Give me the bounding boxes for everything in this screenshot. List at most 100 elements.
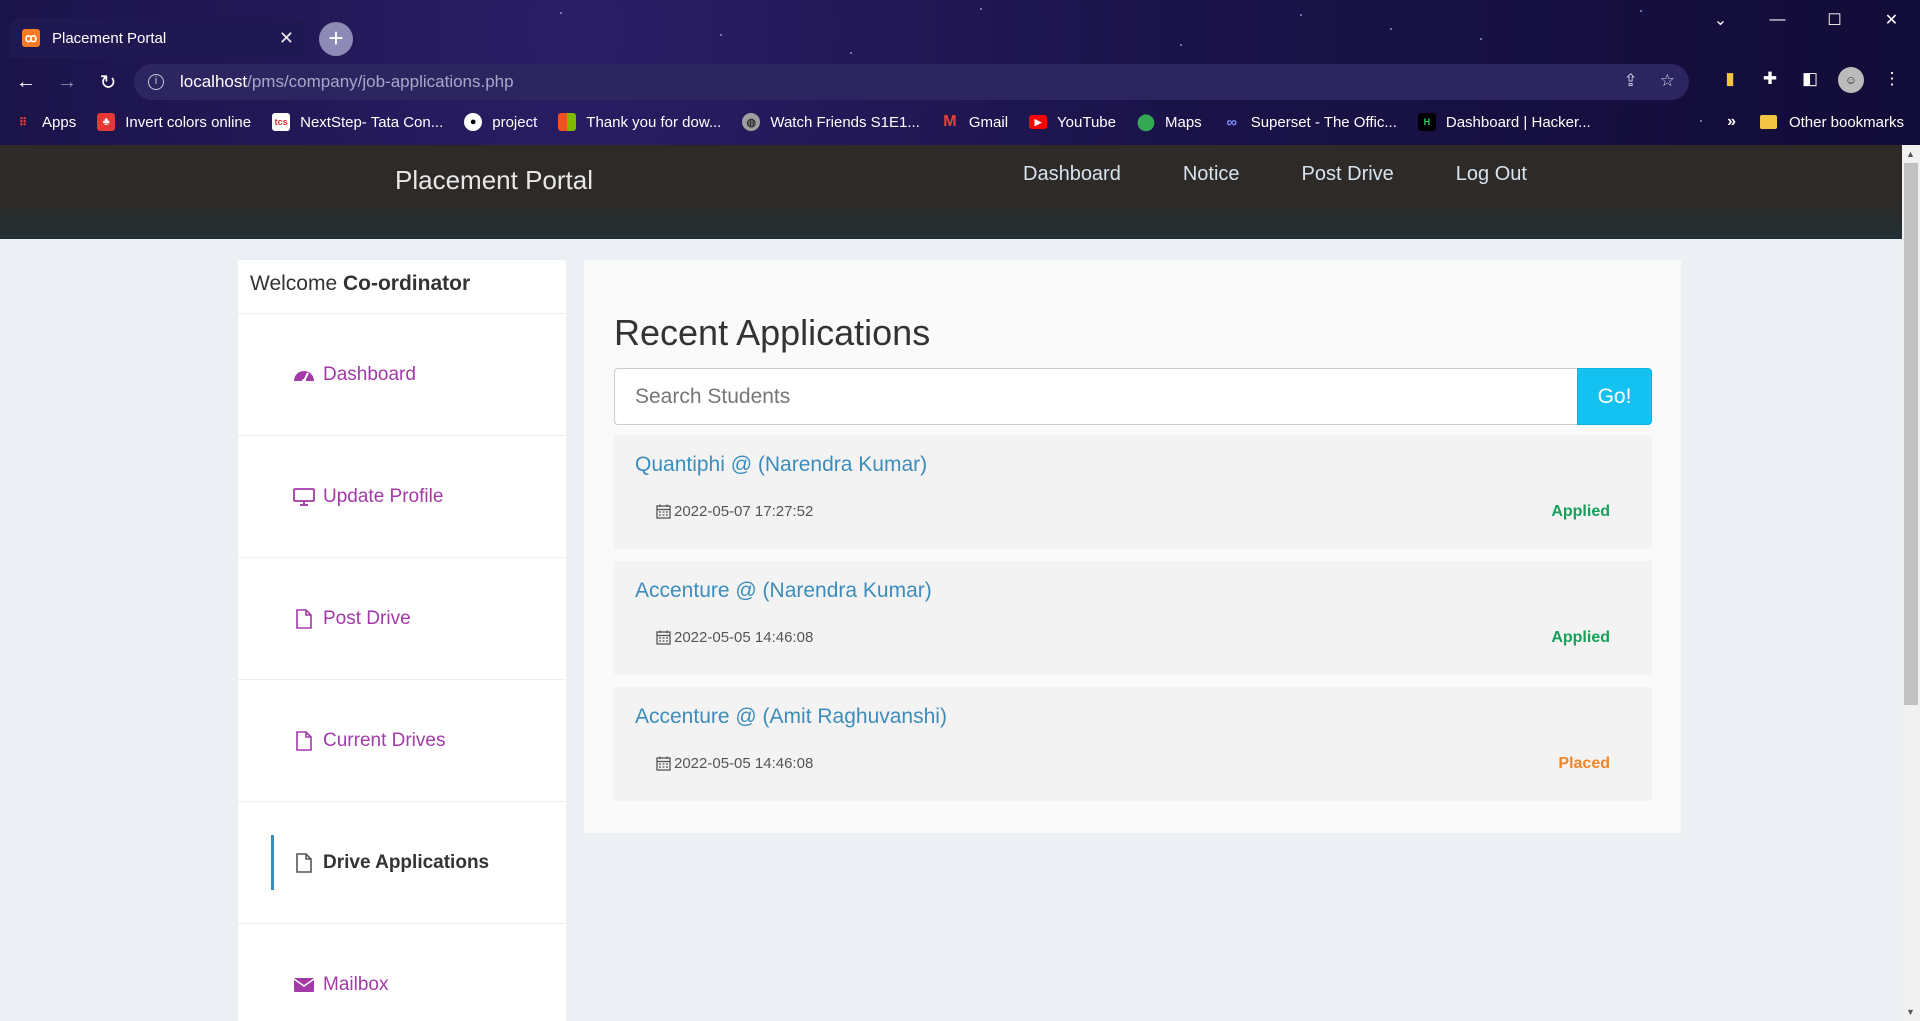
sidebar: Welcome Co-ordinator Dashboard Update Pr… (238, 260, 566, 1021)
search-go-button[interactable]: Go! (1577, 368, 1652, 425)
application-date: 2022-05-05 14:46:08 (656, 629, 813, 646)
site-info-icon[interactable]: i (148, 74, 164, 90)
sidebar-item-label: Drive Applications (323, 851, 490, 873)
close-window-button[interactable]: ✕ (1863, 0, 1920, 40)
nav-log-out[interactable]: Log Out (1456, 163, 1527, 186)
other-bookmarks[interactable]: Other bookmarks (1759, 114, 1904, 131)
file-icon (293, 608, 315, 629)
more-bookmarks-button[interactable]: » (1727, 113, 1736, 131)
application-date-text: 2022-05-07 17:27:52 (674, 503, 814, 520)
gmail-icon: M (943, 113, 957, 130)
sidebar-item-update-profile[interactable]: Update Profile (238, 436, 566, 558)
sidebar-item-label: Post Drive (323, 607, 411, 629)
application-item: Quantiphi @ (Narendra Kumar) 2022-05-07 … (614, 435, 1652, 549)
extensions-area: ▮ ✚ ◧ ☺ ⋮ (1718, 67, 1904, 93)
folder-icon (1759, 115, 1777, 129)
new-tab-button[interactable]: + (319, 22, 353, 56)
sidebar-item-drive-applications[interactable]: Drive Applications (238, 802, 566, 924)
tab-search-icon[interactable]: ⌄ (1692, 0, 1749, 40)
url-path: /pms/company/job-applications.php (247, 72, 514, 91)
dashboard-gauge-icon (293, 367, 315, 383)
windows-icon (558, 113, 577, 131)
bookmark-label: Apps (42, 113, 77, 131)
address-bar[interactable]: i localhost /pms/company/job-application… (134, 64, 1689, 100)
bookmark-invert-colors[interactable]: ♣ Invert colors online (97, 113, 251, 131)
welcome-header: Welcome Co-ordinator (238, 260, 566, 314)
profile-avatar-icon[interactable]: ☺ (1838, 67, 1864, 93)
sidebar-panel-icon[interactable]: ◧ (1798, 67, 1822, 91)
bookmark-apps[interactable]: ⠿ Apps (14, 113, 76, 131)
nav-dashboard[interactable]: Dashboard (1023, 163, 1121, 186)
maximize-button[interactable]: ☐ (1806, 0, 1863, 40)
bookmark-gmail[interactable]: M Gmail (941, 113, 1008, 131)
search-input[interactable] (614, 368, 1577, 425)
scrollbar-thumb[interactable] (1904, 163, 1918, 705)
bookmark-friends[interactable]: ◍ Watch Friends S1E1... (742, 113, 920, 131)
bookmark-label: Watch Friends S1E1... (770, 113, 920, 131)
superset-icon: ∞ (1226, 113, 1238, 131)
sidebar-item-post-drive[interactable]: Post Drive (238, 558, 566, 680)
search-bar: Go! (614, 368, 1652, 425)
xampp-favicon-icon: ꝏ (22, 29, 40, 47)
top-navbar: Placement Portal Dashboard Notice Post D… (0, 145, 1902, 239)
sidebar-item-dashboard[interactable]: Dashboard (238, 314, 566, 436)
page-scrollbar[interactable]: ▲ ▼ (1902, 145, 1920, 1021)
nav-post-drive[interactable]: Post Drive (1302, 163, 1394, 186)
bookmark-nextstep[interactable]: tcs NextStep- Tata Con... (272, 113, 443, 131)
sidebar-item-current-drives[interactable]: Current Drives (238, 680, 566, 802)
minimize-button[interactable]: — (1749, 0, 1806, 40)
bookmark-label: Thank you for dow... (586, 113, 722, 131)
scroll-down-arrow-icon[interactable]: ▼ (1906, 1007, 1915, 1017)
share-icon[interactable]: ⇪ (1624, 71, 1638, 91)
bookmark-thank-you[interactable]: Thank you for dow... (558, 113, 721, 131)
bookmark-superset[interactable]: ∞ Superset - The Offic... (1223, 113, 1397, 131)
sidebar-item-mailbox[interactable]: Mailbox (238, 924, 566, 1021)
sidebar-item-label: Update Profile (323, 485, 444, 507)
file-icon (293, 730, 315, 751)
scroll-up-arrow-icon[interactable]: ▲ (1906, 149, 1915, 159)
bookmark-star-icon[interactable]: ☆ (1660, 71, 1675, 91)
bookmark-label: Maps (1165, 113, 1202, 131)
bookmark-label: Dashboard | Hacker... (1445, 113, 1591, 131)
extension-note-icon[interactable]: ▮ (1718, 67, 1742, 91)
tree-icon: ♣ (97, 113, 116, 131)
main-nav: Dashboard Notice Post Drive Log Out (1023, 163, 1589, 186)
envelope-icon (293, 978, 315, 992)
bookmark-hackerrank[interactable]: H Dashboard | Hacker... (1417, 113, 1591, 131)
status-badge: Applied (1551, 503, 1610, 520)
brand-title[interactable]: Placement Portal (395, 165, 593, 196)
window-controls: ⌄ — ☐ ✕ (1692, 0, 1920, 40)
url-host: localhost (180, 72, 248, 91)
youtube-icon: ▶ (1029, 115, 1048, 129)
browser-tab[interactable]: ꝏ Placement Portal ✕ (10, 18, 306, 58)
application-title-link[interactable]: Accenture @ (Amit Raghuvanshi) (635, 705, 947, 729)
bookmark-youtube[interactable]: ▶ YouTube (1029, 114, 1116, 131)
application-item: Accenture @ (Narendra Kumar) 2022-05-05 … (614, 561, 1652, 675)
page-content: Placement Portal Dashboard Notice Post D… (0, 145, 1902, 1021)
status-badge: Placed (1558, 755, 1610, 772)
application-title-link[interactable]: Accenture @ (Narendra Kumar) (635, 579, 932, 603)
hackerrank-icon: H (1417, 113, 1436, 131)
application-date-text: 2022-05-05 14:46:08 (674, 629, 814, 646)
tab-close-icon[interactable]: ✕ (279, 28, 294, 49)
browser-menu-icon[interactable]: ⋮ (1880, 67, 1904, 91)
bookmark-maps[interactable]: ⬤ Maps (1137, 113, 1202, 132)
bookmarks-bar: ⠿ Apps ♣ Invert colors online tcs NextSt… (0, 108, 1920, 136)
bookmark-label: Gmail (968, 113, 1009, 131)
browser-toolbar: ← → ↻ i localhost /pms/company/job-appli… (0, 62, 1920, 102)
application-item: Accenture @ (Amit Raghuvanshi) 2022-05-0… (614, 687, 1652, 801)
sidebar-item-label: Mailbox (323, 974, 389, 995)
bookmark-project[interactable]: ● project (464, 113, 537, 131)
applications-panel: Recent Applications Go! Quantiphi @ (Nar… (584, 260, 1681, 833)
application-title-link[interactable]: Quantiphi @ (Narendra Kumar) (635, 453, 927, 477)
sidebar-item-label: Dashboard (323, 363, 416, 385)
bookmark-label: project (492, 113, 538, 131)
extensions-puzzle-icon[interactable]: ✚ (1758, 67, 1782, 91)
reload-icon[interactable]: ↻ (93, 67, 123, 97)
bookmark-label: YouTube (1057, 113, 1116, 131)
bookmark-label: NextStep- Tata Con... (300, 113, 444, 131)
forward-icon[interactable]: → (52, 67, 82, 97)
nav-notice[interactable]: Notice (1183, 163, 1240, 186)
back-icon[interactable]: ← (11, 67, 41, 97)
welcome-user-name: Co-ordinator (342, 272, 471, 295)
